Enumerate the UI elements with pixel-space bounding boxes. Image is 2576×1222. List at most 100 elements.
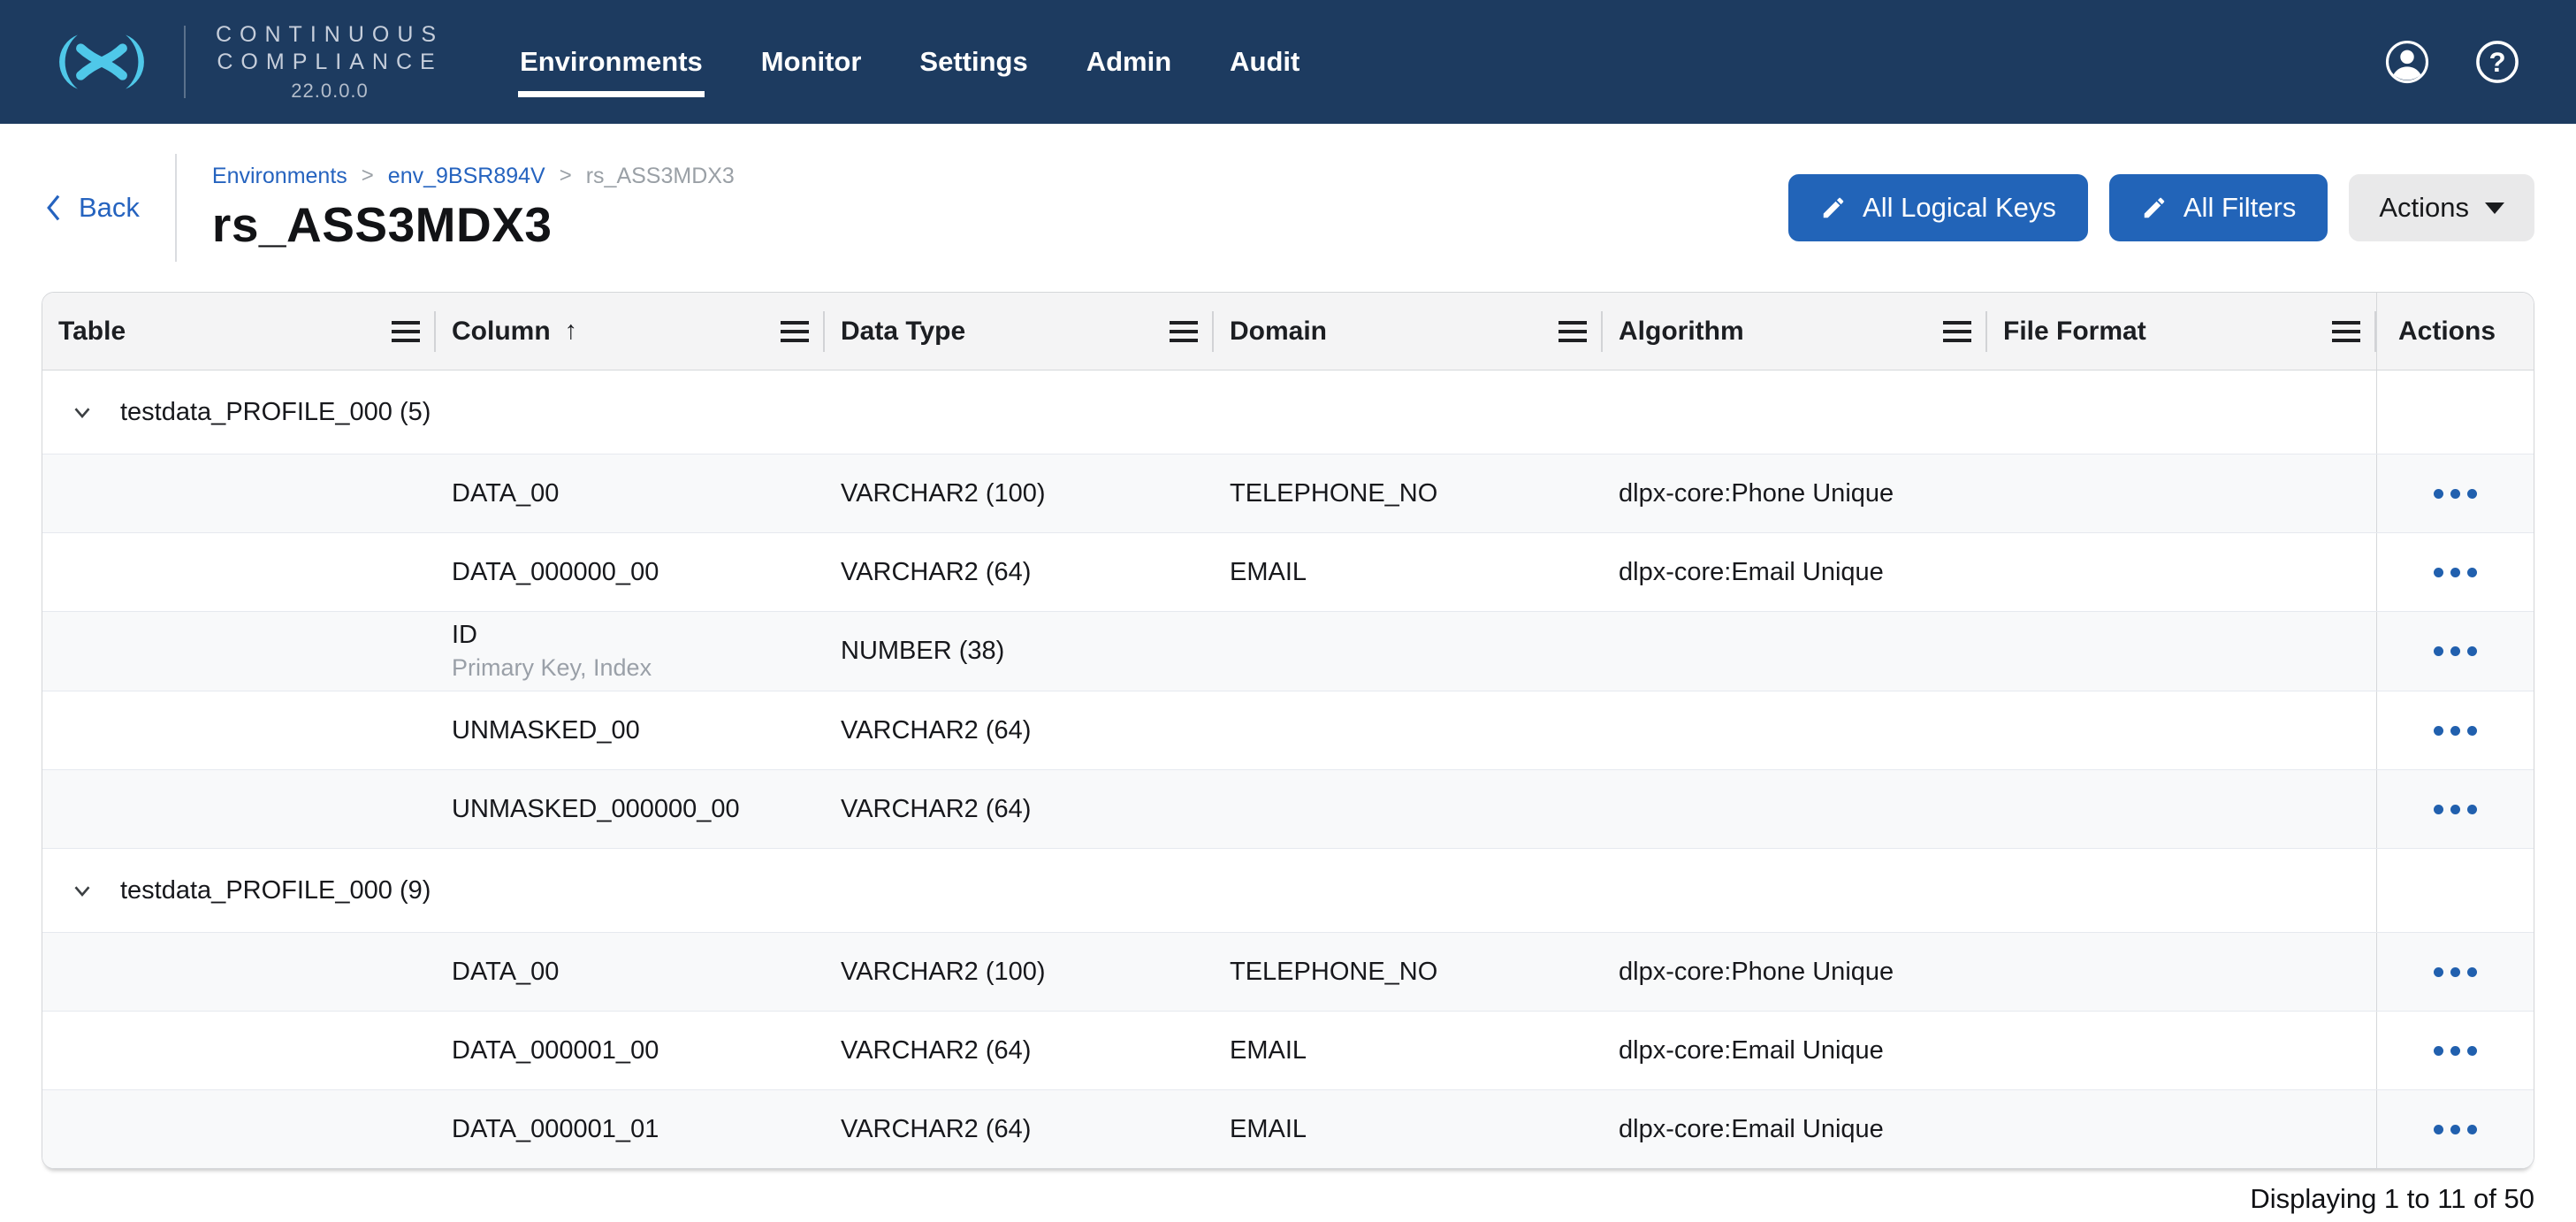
column-menu-icon[interactable] — [2332, 321, 2360, 342]
breadcrumb-item-environments[interactable]: Environments — [212, 164, 347, 189]
chevron-down-icon[interactable] — [69, 399, 95, 425]
cell-file-format — [1987, 1090, 2376, 1168]
help-icon[interactable]: ? — [2475, 40, 2519, 84]
cell-text: UNMASKED_00 — [452, 716, 816, 745]
actions-label: Actions — [2379, 192, 2469, 224]
row-actions-button[interactable] — [2421, 555, 2489, 590]
row-actions-button[interactable] — [2421, 634, 2489, 668]
column-menu-icon[interactable] — [1943, 321, 1971, 342]
row-actions-button[interactable] — [2421, 792, 2489, 827]
user-account-icon[interactable] — [2385, 40, 2429, 84]
all-filters-button[interactable]: All Filters — [2109, 174, 2328, 241]
cell-domain: EMAIL — [1214, 1090, 1603, 1168]
group-label: testdata_PROFILE_000 (9) — [120, 876, 431, 905]
ellipsis-dot-icon — [2450, 726, 2460, 736]
cell-table — [42, 770, 436, 848]
all-logical-keys-button[interactable]: All Logical Keys — [1788, 174, 2088, 241]
cell-text: EMAIL — [1230, 558, 1594, 587]
nav-item-audit[interactable]: Audit — [1228, 37, 1301, 87]
breadcrumb: Environments>env_9BSR894V>rs_ASS3MDX3 — [212, 164, 735, 189]
chevron-down-icon — [2485, 202, 2504, 214]
ellipsis-dot-icon — [2434, 726, 2443, 736]
product-version: 22.0.0.0 — [291, 80, 369, 103]
actions-menu-button[interactable]: Actions — [2349, 174, 2534, 241]
cell-column: DATA_00 — [436, 454, 825, 532]
cell-text: DATA_00 — [452, 958, 816, 987]
ellipsis-dot-icon — [2467, 726, 2477, 736]
back-button[interactable]: Back — [42, 192, 140, 224]
ellipsis-dot-icon — [2467, 568, 2477, 577]
cell-actions — [2376, 1012, 2534, 1089]
table-row: DATA_000001_00 VARCHAR2 (64)EMAILdlpx-cor… — [42, 1012, 2534, 1090]
ellipsis-dot-icon — [2450, 489, 2460, 499]
nav-item-admin[interactable]: Admin — [1085, 37, 1173, 87]
cell-algorithm: dlpx-core:Email Unique — [1603, 1012, 1987, 1089]
ellipsis-dot-icon — [2467, 1125, 2477, 1134]
page-title: rs_ASS3MDX3 — [212, 196, 735, 253]
table-header-row: TableColumn↑Data TypeDomainAlgorithm File… — [42, 293, 2534, 370]
cell-column: DATA_000000_00 — [436, 533, 825, 611]
column-header-actions[interactable]: Actions — [2376, 293, 2534, 370]
columns-table: TableColumn↑Data TypeDomainAlgorithm File… — [42, 292, 2534, 1169]
cell-file-format — [1987, 533, 2376, 611]
column-menu-icon[interactable] — [781, 321, 809, 342]
row-actions-button[interactable] — [2421, 1112, 2489, 1147]
row-actions-button[interactable] — [2421, 1034, 2489, 1068]
title-block: Environments>env_9BSR894V>rs_ASS3MDX3 rs… — [212, 164, 735, 253]
group-toggle[interactable]: testdata_PROFILE_000 (9) — [42, 849, 2376, 932]
ellipsis-dot-icon — [2434, 489, 2443, 499]
table-row: DATA_00VARCHAR2 (100)TELEPHONE_NOdlpx-co… — [42, 933, 2534, 1012]
top-navbar: CONTINUOUS COMPLIANCE 22.0.0.0 Environme… — [0, 0, 2576, 124]
row-actions-button[interactable] — [2421, 955, 2489, 989]
cell-text: dlpx-core:Phone Unique — [1619, 958, 1978, 987]
group-label: testdata_PROFILE_000 (5) — [120, 398, 431, 427]
table-group-row: testdata_PROFILE_000 (9) — [42, 849, 2534, 933]
column-header-table[interactable]: Table — [42, 293, 436, 370]
chevron-down-icon[interactable] — [69, 877, 95, 904]
row-actions-button[interactable] — [2421, 477, 2489, 511]
cell-data-type: VARCHAR2 (64) — [825, 533, 1214, 611]
cell-text: VARCHAR2 (64) — [841, 1115, 1205, 1144]
breadcrumb-item-env-9bsr894v[interactable]: env_9BSR894V — [388, 164, 545, 189]
row-actions-button[interactable] — [2421, 714, 2489, 748]
cell-actions — [2376, 849, 2534, 932]
nav-item-environments[interactable]: Environments — [518, 37, 705, 87]
ellipsis-dot-icon — [2450, 967, 2460, 977]
nav-item-monitor[interactable]: Monitor — [759, 37, 864, 87]
page-header: Back Environments>env_9BSR894V>rs_ASS3MD… — [0, 124, 2576, 292]
table-row: DATA_000001_01VARCHAR2 (64)EMAILdlpx-cor… — [42, 1090, 2534, 1168]
cell-data-type: VARCHAR2 (64) — [825, 1012, 1214, 1089]
column-header-algorithm[interactable]: Algorithm — [1603, 293, 1987, 370]
all-logical-keys-label: All Logical Keys — [1863, 192, 2056, 224]
column-header-domain[interactable]: Domain — [1214, 293, 1603, 370]
nav-item-settings[interactable]: Settings — [918, 37, 1029, 87]
column-header-data-type[interactable]: Data Type — [825, 293, 1214, 370]
breadcrumb-item-rs-ass3mdx3: rs_ASS3MDX3 — [586, 164, 735, 189]
column-menu-icon[interactable] — [1170, 321, 1198, 342]
column-header-column[interactable]: Column↑ — [436, 293, 825, 370]
delphix-logo-icon[interactable] — [50, 26, 154, 98]
cell-data-type: VARCHAR2 (64) — [825, 1090, 1214, 1168]
cell-table — [42, 533, 436, 611]
cell-text: DATA_00 — [452, 479, 816, 508]
group-toggle[interactable]: testdata_PROFILE_000 (5) — [42, 370, 2376, 454]
cell-column: DATA_000001_00 — [436, 1012, 825, 1089]
cell-actions — [2376, 691, 2534, 769]
column-header-file-format[interactable]: File Format — [1987, 293, 2376, 370]
cell-file-format — [1987, 612, 2376, 691]
column-menu-icon[interactable] — [392, 321, 420, 342]
cell-text: VARCHAR2 (64) — [841, 558, 1205, 587]
cell-table — [42, 933, 436, 1011]
main-navigation: Environments Monitor Settings Admin Audit — [518, 37, 1301, 87]
cell-domain: EMAIL — [1214, 1012, 1603, 1089]
cell-subtext: Primary Key, Index — [452, 654, 816, 682]
cell-text: DATA_000001_00 — [452, 1036, 816, 1065]
logo-divider — [184, 26, 186, 98]
column-menu-icon[interactable] — [1559, 321, 1587, 342]
cell-data-type: NUMBER (38) — [825, 612, 1214, 691]
cell-data-type: VARCHAR2 (64) — [825, 691, 1214, 769]
column-header-label: File Format — [2003, 317, 2146, 347]
breadcrumb-separator-icon: > — [362, 164, 374, 188]
cell-column: DATA_000001_01 — [436, 1090, 825, 1168]
cell-domain: EMAIL — [1214, 533, 1603, 611]
